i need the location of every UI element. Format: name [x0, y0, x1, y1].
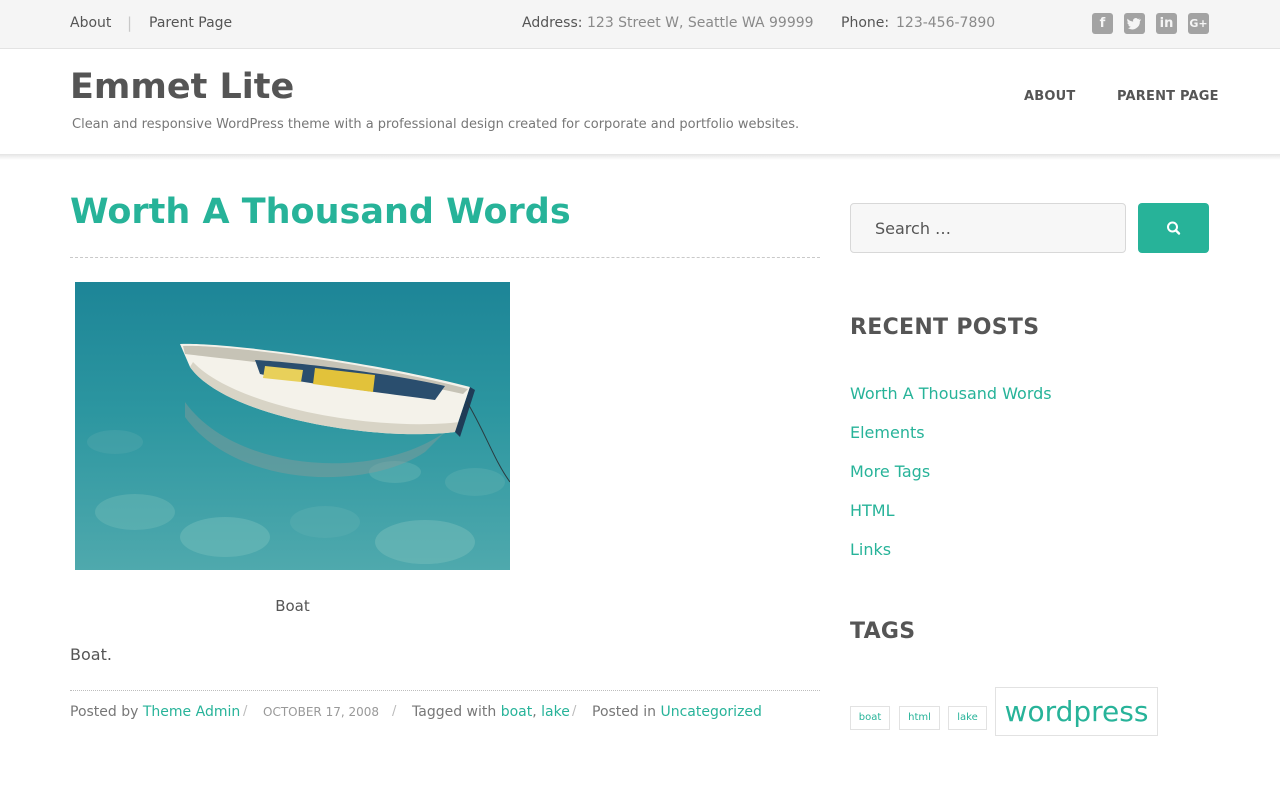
tag-cloud-lake[interactable]: lake: [948, 706, 987, 730]
search-input[interactable]: [850, 203, 1126, 253]
meta-posted-by: Posted by Theme Admin: [70, 704, 240, 720]
meta-posted-by-label: Posted by: [70, 704, 139, 720]
recent-post-link[interactable]: More Tags: [850, 462, 930, 481]
meta-separator: /: [572, 704, 577, 719]
meta-divider: [70, 690, 820, 691]
recent-post-link[interactable]: Elements: [850, 423, 925, 442]
meta-posted-in-label: Posted in: [592, 704, 657, 720]
meta-separator: /: [243, 704, 248, 719]
image-caption: Boat: [275, 597, 310, 615]
address-label: Address:: [522, 15, 583, 31]
meta-tag-comma: ,: [532, 704, 537, 720]
top-link-parent-page[interactable]: Parent Page: [149, 15, 232, 31]
phone-label: Phone:: [841, 15, 890, 31]
top-link-separator: |: [127, 14, 133, 32]
recent-posts-title: RECENT POSTS: [850, 315, 1040, 340]
address-value: 123 Street W, Seattle WA 99999: [587, 15, 814, 31]
site-title[interactable]: Emmet Lite: [70, 67, 294, 107]
meta-separator: /: [392, 704, 397, 719]
google-plus-icon[interactable]: G+: [1188, 13, 1209, 34]
meta-tagged-label: Tagged with: [412, 704, 497, 720]
header-shadow: [0, 154, 1280, 160]
meta-author-link[interactable]: Theme Admin: [143, 704, 240, 720]
search-icon: [1167, 221, 1181, 235]
tag-cloud-wordpress[interactable]: wordpress: [995, 687, 1158, 736]
facebook-icon[interactable]: f: [1092, 13, 1113, 34]
meta-category-link[interactable]: Uncategorized: [660, 704, 761, 720]
twitter-icon[interactable]: [1124, 13, 1145, 34]
recent-post-link[interactable]: HTML: [850, 501, 895, 520]
linkedin-icon[interactable]: in: [1156, 13, 1177, 34]
post-title[interactable]: Worth A Thousand Words: [70, 192, 571, 232]
nav-item-parent-page[interactable]: PARENT PAGE: [1117, 89, 1219, 104]
site-tagline: Clean and responsive WordPress theme wit…: [72, 117, 800, 132]
recent-post-link[interactable]: Worth A Thousand Words: [850, 384, 1052, 403]
tag-cloud-html[interactable]: html: [899, 706, 940, 730]
post-body: Boat.: [70, 645, 112, 664]
search-button[interactable]: [1138, 203, 1209, 253]
top-link-about[interactable]: About: [70, 15, 111, 31]
tag-cloud-boat[interactable]: boat: [850, 706, 890, 730]
meta-tagged-with: Tagged with boat, lake: [412, 704, 570, 720]
tags-title: TAGS: [850, 619, 916, 644]
top-bar: About | Parent Page Address: 123 Street …: [0, 0, 1280, 49]
meta-tag-link-lake[interactable]: lake: [541, 704, 570, 720]
meta-tag-link-boat[interactable]: boat: [501, 704, 533, 720]
nav-item-about[interactable]: ABOUT: [1024, 89, 1075, 104]
meta-posted-in: Posted in Uncategorized: [592, 704, 762, 720]
title-divider: [70, 257, 820, 258]
phone-value: 123-456-7890: [896, 15, 996, 31]
post-image-boat[interactable]: [75, 282, 510, 570]
meta-date: OCTOBER 17, 2008: [263, 705, 380, 719]
recent-post-link[interactable]: Links: [850, 540, 891, 559]
